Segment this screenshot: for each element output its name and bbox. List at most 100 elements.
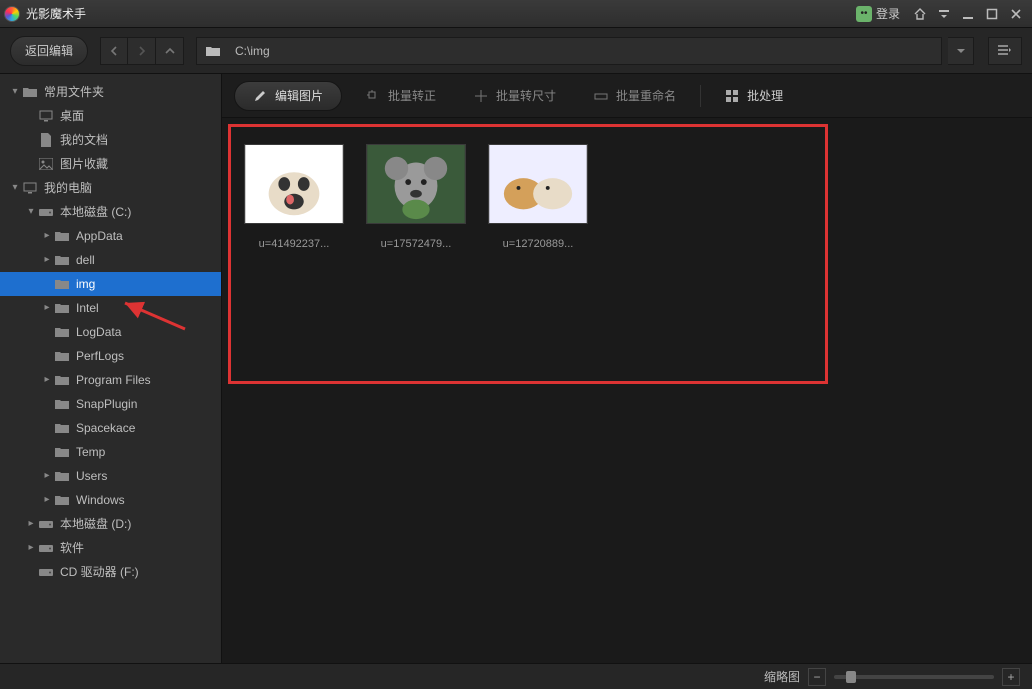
thumb-size-slider[interactable]	[834, 675, 994, 679]
twisty-icon: ▸	[40, 464, 54, 488]
tree-drive-d[interactable]: ▸ 本地磁盘 (D:)	[0, 512, 221, 536]
twisty-icon: ▸	[24, 536, 38, 560]
thumbnail-item[interactable]: u=17572479...	[366, 144, 466, 250]
item-label: 软件	[60, 536, 84, 560]
login-button[interactable]: •• 登录	[848, 5, 908, 22]
action-bar: 编辑图片 批量转正 批量转尺寸 批量重命名 批处理	[222, 74, 1032, 118]
minimize-button[interactable]	[956, 4, 980, 24]
tree-folder-snapplugin[interactable]: SnapPlugin	[0, 392, 221, 416]
nav-forward-button[interactable]	[128, 37, 156, 65]
tree-folder-spacekace[interactable]: Spacekace	[0, 416, 221, 440]
twisty-icon: ▸	[40, 368, 54, 392]
tree-folder-windows[interactable]: ▸Windows	[0, 488, 221, 512]
nav-up-button[interactable]	[156, 37, 184, 65]
item-label: img	[76, 272, 95, 296]
edit-image-button[interactable]: 编辑图片	[234, 81, 342, 111]
item-icon	[54, 372, 70, 388]
item-label: 图片收藏	[60, 152, 108, 176]
item-icon	[38, 516, 54, 532]
item-icon	[54, 324, 70, 340]
path-bar[interactable]: C:\img	[196, 37, 942, 65]
twisty-icon: ▾	[8, 80, 22, 104]
item-label: 我的电脑	[44, 176, 92, 200]
back-to-edit-button[interactable]: 返回编辑	[10, 36, 88, 66]
batch-rename-button[interactable]: 批量重命名	[580, 81, 690, 111]
twisty-icon: ▸	[40, 248, 54, 272]
tree-soft[interactable]: ▸ 软件	[0, 536, 221, 560]
item-icon	[38, 156, 54, 172]
batch-process-button[interactable]: 批处理	[711, 81, 797, 111]
twisty-icon: ▾	[24, 200, 38, 224]
view-options-button[interactable]	[988, 37, 1022, 65]
tree-folder-users[interactable]: ▸ Users	[0, 464, 221, 488]
thumbnail-item[interactable]: u=12720889...	[488, 144, 588, 250]
item-label: Users	[76, 464, 107, 488]
thumb-larger-button[interactable]: +	[1002, 668, 1020, 686]
tree-folder-temp[interactable]: Temp	[0, 440, 221, 464]
item-icon	[54, 396, 70, 412]
login-label: 登录	[876, 5, 900, 22]
item-label: Temp	[76, 440, 105, 464]
item-icon	[54, 444, 70, 460]
thumbnail-name: u=41492237...	[259, 238, 330, 250]
face-icon: ••	[856, 6, 872, 22]
thumb-smaller-button[interactable]: −	[808, 668, 826, 686]
tree-desktop[interactable]: 桌面	[0, 104, 221, 128]
tree-folder-img[interactable]: img	[0, 272, 221, 296]
tree-favorites[interactable]: ▾ 常用文件夹	[0, 80, 221, 104]
item-label: AppData	[76, 224, 123, 248]
tree-folder-logdata[interactable]: LogData	[0, 320, 221, 344]
tree-folder-perflogs[interactable]: PerfLogs	[0, 344, 221, 368]
thumbnail-item[interactable]: u=41492237...	[244, 144, 344, 250]
top-toolbar: 返回编辑 C:\img	[0, 28, 1032, 74]
item-label: dell	[76, 248, 95, 272]
twisty-icon: ▸	[24, 512, 38, 536]
thumb-size-label: 缩略图	[764, 668, 800, 685]
thumbnail-image	[488, 144, 588, 224]
edit-image-label: 编辑图片	[275, 87, 323, 104]
folder-icon	[205, 43, 221, 59]
item-icon	[54, 420, 70, 436]
batch-rename-label: 批量重命名	[616, 87, 676, 104]
item-label: 本地磁盘 (C:)	[60, 200, 131, 224]
home-icon[interactable]	[908, 4, 932, 24]
batch-rotate-button[interactable]: 批量转正	[352, 81, 450, 111]
app-logo-icon	[4, 6, 20, 22]
path-dropdown-button[interactable]	[948, 37, 974, 65]
item-label: 我的文档	[60, 128, 108, 152]
tree-cd[interactable]: CD 驱动器 (F:)	[0, 560, 221, 584]
tree-pictures[interactable]: 图片收藏	[0, 152, 221, 176]
item-icon	[54, 468, 70, 484]
item-label: CD 驱动器 (F:)	[60, 560, 139, 584]
title-bar: 光影魔术手 •• 登录	[0, 0, 1032, 28]
close-button[interactable]	[1004, 4, 1028, 24]
thumbnail-name: u=12720889...	[503, 238, 574, 250]
tree-folder-program-files[interactable]: ▸Program Files	[0, 368, 221, 392]
item-icon	[54, 300, 70, 316]
separator	[700, 85, 701, 107]
batch-resize-button[interactable]: 批量转尺寸	[460, 81, 570, 111]
item-icon	[54, 252, 70, 268]
dropdown-icon[interactable]	[932, 4, 956, 24]
tree-folder-dell[interactable]: ▸ dell	[0, 248, 221, 272]
tree-drive-c[interactable]: ▾ 本地磁盘 (C:)	[0, 200, 221, 224]
app-title: 光影魔术手	[26, 5, 86, 22]
item-label: PerfLogs	[76, 344, 124, 368]
item-label: 常用文件夹	[44, 80, 104, 104]
slider-knob[interactable]	[846, 671, 856, 683]
batch-resize-label: 批量转尺寸	[496, 87, 556, 104]
tree-folder-intel[interactable]: ▸Intel	[0, 296, 221, 320]
item-icon	[54, 492, 70, 508]
tree-documents[interactable]: 我的文档	[0, 128, 221, 152]
nav-back-button[interactable]	[100, 37, 128, 65]
item-label: Intel	[76, 296, 99, 320]
item-icon	[38, 540, 54, 556]
maximize-button[interactable]	[980, 4, 1004, 24]
item-label: 本地磁盘 (D:)	[60, 512, 131, 536]
thumbnail-name: u=17572479...	[381, 238, 452, 250]
thumbnail-image	[244, 144, 344, 224]
item-label: LogData	[76, 320, 121, 344]
item-label: Windows	[76, 488, 125, 512]
tree-computer[interactable]: ▾我的电脑	[0, 176, 221, 200]
tree-folder-appdata[interactable]: ▸AppData	[0, 224, 221, 248]
